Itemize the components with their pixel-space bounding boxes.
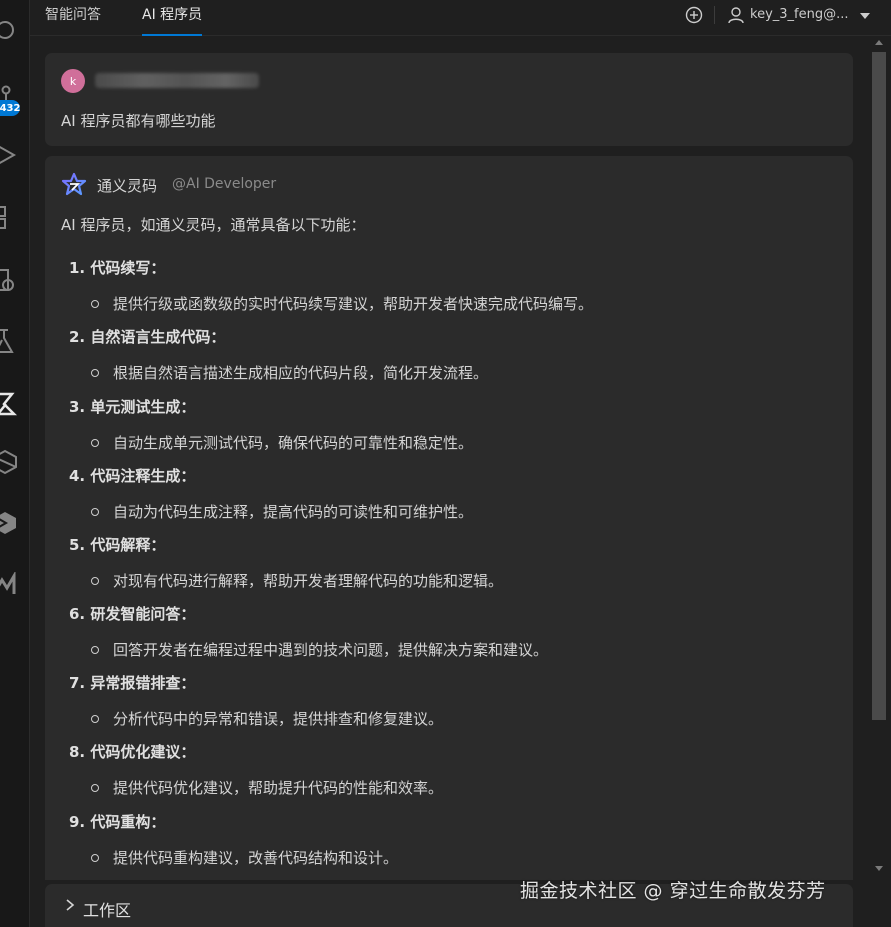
feature-title: 2. 自然语言生成代码： — [69, 328, 226, 346]
testing-icon[interactable] — [0, 328, 22, 354]
chart-icon[interactable] — [0, 572, 22, 598]
blurred-user-name — [95, 73, 259, 88]
add-circle-icon[interactable] — [684, 5, 704, 25]
user-name[interactable]: key_3_feng@... — [750, 0, 849, 30]
bullet-icon — [91, 715, 99, 723]
feature-description: 根据自然语言描述生成相应的代码片段，简化开发流程。 — [113, 364, 489, 382]
remote-icon[interactable] — [0, 268, 22, 294]
feature-title: 7. 异常报错排查： — [69, 674, 196, 692]
feature-title: 8. 代码优化建议： — [69, 743, 196, 761]
user-question-card: k AI 程序员都有哪些功能 — [45, 53, 853, 146]
watermark: 掘金技术社区 @ 穿过生命散发芬芳 — [520, 880, 826, 902]
feature-description: 提供代码重构建议，改善代码结构和设计。 — [113, 849, 399, 867]
feature-description: 提供行级或函数级的实时代码续写建议，帮助开发者快速完成代码编写。 — [113, 295, 594, 313]
extensions-icon[interactable] — [0, 205, 22, 231]
question-text: AI 程序员都有哪些功能 — [61, 112, 216, 130]
feature-title: 6. 研发智能问答： — [69, 605, 196, 623]
tab-ai-developer[interactable]: AI 程序员 — [142, 0, 203, 36]
feature-title: 3. 单元测试生成： — [69, 398, 196, 416]
bullet-icon — [91, 646, 99, 654]
feature-description: 自动生成单元测试代码，确保代码的可靠性和稳定性。 — [113, 434, 474, 452]
tongyi-lingma-icon[interactable] — [0, 390, 22, 416]
cube-icon[interactable] — [0, 510, 22, 536]
feature-title: 9. 代码重构： — [69, 813, 166, 831]
caret-down-icon[interactable] — [855, 6, 875, 26]
scroll-up-arrow-icon[interactable] — [875, 40, 883, 45]
ai-author-name: 通义灵码 — [97, 177, 158, 195]
feature-title: 5. 代码解释： — [69, 536, 166, 554]
feature-title: 4. 代码注释生成： — [69, 467, 196, 485]
workspace-label[interactable]: 工作区 — [83, 897, 131, 921]
tongyi-lingma-logo-icon — [61, 172, 87, 196]
ai-author-handle: @AI Developer — [172, 176, 277, 192]
run-debug-icon[interactable] — [0, 142, 22, 168]
header-divider — [714, 6, 715, 24]
search-icon[interactable] — [0, 17, 22, 43]
bullet-icon — [91, 784, 99, 792]
hexagon-icon[interactable] — [0, 449, 22, 475]
bullet-icon — [91, 439, 99, 447]
feature-description: 对现有代码进行解释，帮助开发者理解代码的功能和逻辑。 — [113, 572, 504, 590]
chevron-right-icon[interactable] — [64, 898, 76, 912]
answer-intro: AI 程序员，如通义灵码，通常具备以下功能： — [61, 216, 366, 234]
feature-description: 提供代码优化建议，帮助提升代码的性能和效率。 — [113, 779, 444, 797]
account-icon[interactable] — [726, 5, 746, 25]
tab-smart-qa[interactable]: 智能问答 — [45, 0, 101, 36]
feature-description: 分析代码中的异常和错误，提供排查和修复建议。 — [113, 710, 444, 728]
scrollbar-thumb[interactable] — [872, 52, 886, 720]
bullet-icon — [91, 300, 99, 308]
ai-answer-card: 通义灵码 @AI Developer AI 程序员，如通义灵码，通常具备以下功能… — [45, 156, 853, 880]
activity-bar: 432 — [0, 0, 30, 927]
feature-title: 1. 代码续写： — [69, 259, 166, 277]
feature-description: 回答开发者在编程过程中遇到的技术问题，提供解决方案和建议。 — [113, 641, 549, 659]
feature-description: 自动为代码生成注释，提高代码的可读性和可维护性。 — [113, 503, 474, 521]
scroll-down-arrow-icon[interactable] — [875, 866, 883, 871]
panel-header: 智能问答 AI 程序员 key_3_feng@... — [30, 0, 891, 36]
bullet-icon — [91, 508, 99, 516]
bullet-icon — [91, 854, 99, 862]
source-control-badge: 432 — [0, 100, 20, 116]
bullet-icon — [91, 577, 99, 585]
bullet-icon — [91, 369, 99, 377]
user-avatar: k — [61, 69, 85, 93]
